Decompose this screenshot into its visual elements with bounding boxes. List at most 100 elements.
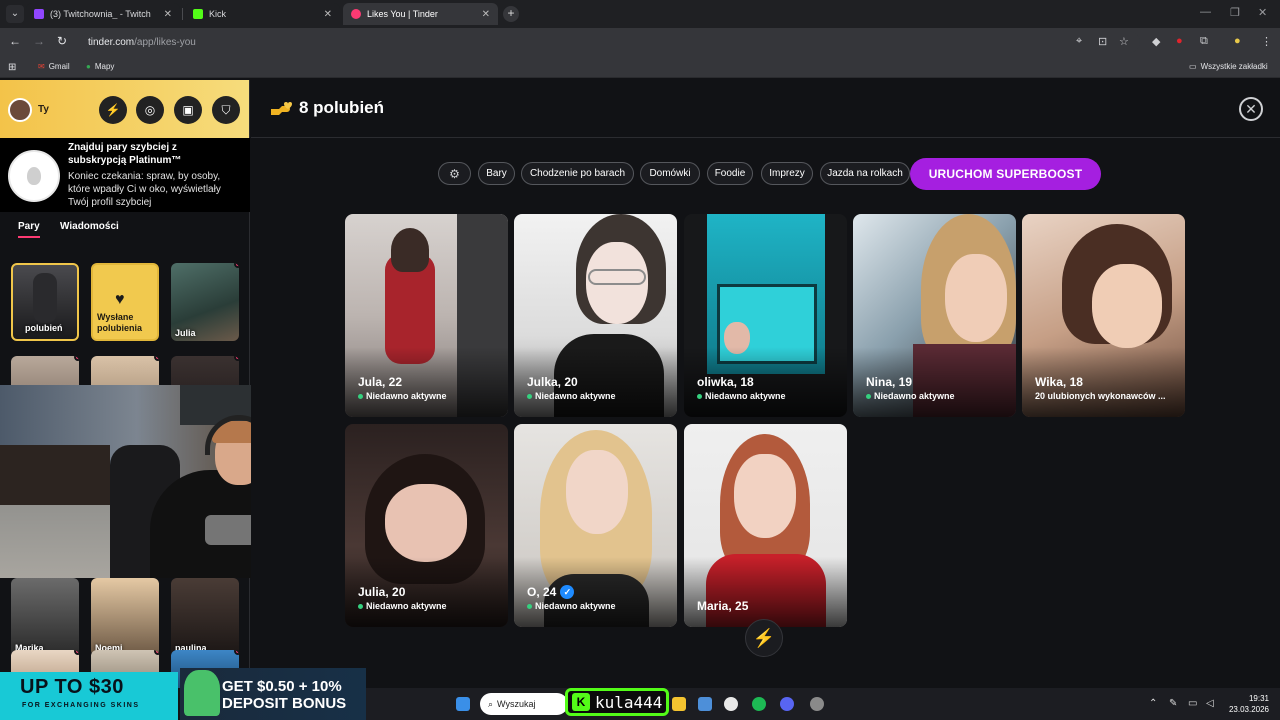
tile-label: polubień bbox=[25, 323, 63, 333]
bookmark-label: Gmail bbox=[48, 62, 70, 71]
location-icon[interactable]: ⌖ bbox=[1076, 35, 1082, 48]
filter-chip[interactable]: Domówki bbox=[640, 162, 700, 185]
windows-start-icon[interactable] bbox=[456, 697, 470, 711]
clock[interactable]: 19:31 23.03.2026 bbox=[1221, 693, 1269, 715]
ad-banner-left[interactable]: UP TO $30 FOR EXCHANGING SKINS bbox=[0, 672, 178, 720]
ad-subline: DEPOSIT BONUS bbox=[222, 695, 347, 712]
filter-settings-icon[interactable]: ⚙ bbox=[438, 162, 471, 185]
kick-username: kula444 bbox=[595, 692, 663, 712]
tinder-favicon-icon bbox=[351, 9, 361, 19]
url-domain: tinder.com bbox=[88, 36, 135, 48]
minimize-button[interactable]: — bbox=[1200, 6, 1211, 18]
status-text: Niedawno aktywne bbox=[535, 391, 616, 401]
close-tab-icon[interactable]: ✕ bbox=[482, 9, 490, 20]
filter-chip[interactable]: Chodzenie po barach bbox=[521, 162, 634, 185]
like-card[interactable]: Jula, 22 Niedawno aktywne bbox=[345, 214, 508, 417]
url-path: /app/likes-you bbox=[134, 36, 196, 48]
tab-messages[interactable]: Wiadomości bbox=[60, 221, 119, 232]
explore-compass-icon[interactable]: ◎ bbox=[136, 96, 164, 124]
ad-banner-right[interactable]: GET $0.50 + 10% DEPOSIT BONUS bbox=[180, 668, 366, 720]
file-explorer-icon[interactable] bbox=[672, 697, 686, 711]
match-card[interactable]: paulina bbox=[171, 578, 239, 656]
online-dot bbox=[697, 393, 702, 399]
tab-label: Pary bbox=[18, 221, 40, 232]
match-card[interactable]: Julia bbox=[171, 263, 239, 341]
obs-icon[interactable] bbox=[810, 697, 824, 711]
like-card[interactable]: Maria, 25 bbox=[684, 424, 847, 627]
sidebar-header: Ty ⚡ ◎ ▣ ⛉ bbox=[0, 80, 249, 138]
tray-chevron-icon[interactable]: ⌃ bbox=[1149, 698, 1157, 709]
like-card[interactable]: Wika, 18 20 ulubionych wykonawców ... bbox=[1022, 214, 1185, 417]
boost-button[interactable]: ⚡ bbox=[99, 96, 127, 124]
bookmark-star-icon[interactable]: ☆ bbox=[1119, 35, 1129, 48]
tab-search-button[interactable]: ⌄ bbox=[6, 5, 24, 23]
bookmark-maps[interactable]: ● Mapy bbox=[86, 62, 114, 71]
card-status: Niedawno aktywne bbox=[527, 391, 616, 401]
card-name: O, 24 ✓ bbox=[527, 585, 575, 599]
card-name: Julka, 20 bbox=[527, 375, 578, 389]
install-app-icon[interactable]: ⊡ bbox=[1098, 35, 1107, 48]
extension-icon[interactable]: ● bbox=[1176, 35, 1183, 47]
boost-lightning-icon[interactable]: ⚡ bbox=[745, 619, 783, 657]
filter-chip[interactable]: Bary bbox=[478, 162, 515, 185]
sent-likes-icon: ♥ bbox=[115, 291, 125, 308]
spotify-icon[interactable] bbox=[752, 697, 766, 711]
match-card[interactable]: Noemi bbox=[91, 578, 159, 656]
volume-icon[interactable]: ◁ bbox=[1206, 698, 1214, 709]
safety-shield-icon[interactable]: ⛉ bbox=[212, 96, 240, 124]
clock-time: 19:31 bbox=[1248, 694, 1269, 703]
close-tab-icon[interactable]: ✕ bbox=[164, 9, 172, 20]
platinum-promo[interactable]: Znajduj pary szybciej z subskrypcją Plat… bbox=[0, 138, 250, 212]
restore-button[interactable]: ❐ bbox=[1230, 6, 1240, 19]
profile-avatar[interactable]: ● bbox=[1234, 35, 1241, 47]
taskbar-search[interactable]: ⌕ Wyszukaj bbox=[480, 693, 568, 715]
pen-icon[interactable]: ✎ bbox=[1169, 698, 1177, 709]
like-card[interactable]: Julka, 20 Niedawno aktywne bbox=[514, 214, 677, 417]
bookmark-gmail[interactable]: ✉ Gmail bbox=[38, 62, 70, 71]
avatar[interactable] bbox=[8, 98, 32, 122]
tab-tinder[interactable]: Likes You | Tinder ✕ bbox=[343, 3, 498, 25]
tab-title: Kick bbox=[209, 9, 227, 19]
discord-icon[interactable] bbox=[780, 697, 794, 711]
back-icon[interactable]: ← bbox=[9, 34, 21, 48]
ad-mascot-icon bbox=[184, 670, 220, 716]
tab-title: Likes You | Tinder bbox=[367, 9, 438, 19]
chrome-icon[interactable] bbox=[724, 697, 738, 711]
close-tab-icon[interactable]: ✕ bbox=[324, 9, 332, 20]
network-icon[interactable]: ▭ bbox=[1188, 698, 1197, 709]
forward-icon[interactable]: → bbox=[33, 34, 45, 48]
taskbar-app-icon[interactable] bbox=[698, 697, 712, 711]
briefcase-icon[interactable]: ▣ bbox=[174, 96, 202, 124]
card-status: Niedawno aktywne bbox=[358, 391, 447, 401]
filter-chip[interactable]: Foodie bbox=[707, 162, 753, 185]
tab-matches[interactable]: Pary bbox=[18, 221, 40, 238]
match-card[interactable]: Marika bbox=[11, 578, 79, 656]
apps-grid-icon[interactable]: ⊞ bbox=[8, 62, 16, 73]
menu-kebab-icon[interactable]: ⋮ bbox=[1261, 35, 1272, 48]
online-dot bbox=[527, 603, 532, 609]
superboost-button[interactable]: URUCHOM SUPERBOOST bbox=[910, 158, 1101, 190]
new-tab-button[interactable]: + bbox=[503, 6, 519, 22]
profile-label[interactable]: Ty bbox=[38, 104, 49, 115]
likes-you-tile[interactable]: polubień bbox=[11, 263, 79, 341]
sent-likes-tile[interactable]: ♥ Wysłane polubienia bbox=[91, 263, 159, 341]
tab-twitch[interactable]: (3) Twitchownia_ - Twitch ✕ bbox=[26, 3, 180, 25]
url-field[interactable]: tinder.com/app/likes-you bbox=[80, 31, 1140, 53]
sidebar-tabs: Pary Wiadomości bbox=[0, 221, 250, 241]
like-card[interactable]: O, 24 ✓ Niedawno aktywne bbox=[514, 424, 677, 627]
ad-headline: GET $0.50 + 10% bbox=[222, 678, 342, 695]
tab-kick[interactable]: Kick ✕ bbox=[185, 3, 340, 25]
close-window-button[interactable]: ✕ bbox=[1258, 6, 1267, 19]
ad-headline: UP TO $30 bbox=[20, 676, 124, 698]
all-bookmarks[interactable]: ▭ Wszystkie zakładki bbox=[1189, 62, 1268, 71]
close-icon[interactable]: ✕ bbox=[1239, 97, 1263, 121]
like-card[interactable]: oliwka, 18 Niedawno aktywne bbox=[684, 214, 847, 417]
filter-chip[interactable]: Jazda na rolkach bbox=[820, 162, 910, 185]
like-card[interactable]: Nina, 19 Niedawno aktywne bbox=[853, 214, 1016, 417]
extension-icon[interactable]: ◆ bbox=[1152, 35, 1160, 48]
card-name: Julia, 20 bbox=[358, 585, 406, 599]
filter-chip[interactable]: Imprezy bbox=[761, 162, 813, 185]
extensions-puzzle-icon[interactable]: ⧉ bbox=[1200, 35, 1208, 48]
like-card[interactable]: Julia, 20 Niedawno aktywne bbox=[345, 424, 508, 627]
reload-icon[interactable]: ↻ bbox=[57, 34, 67, 48]
